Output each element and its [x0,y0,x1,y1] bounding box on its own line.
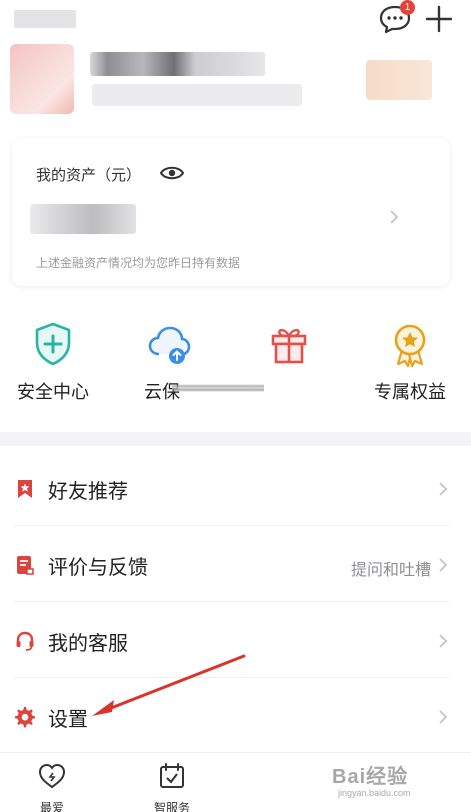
menu-item-feedback[interactable]: 评价与反馈 提问和吐槽 [0,526,471,602]
chevron-right-icon[interactable] [386,208,402,226]
redaction-scribble [172,384,264,394]
assets-note: 上述金融资产情况均为您昨日持有数据 [36,256,241,270]
bookmark-star-icon [18,480,32,498]
plus-icon [425,5,453,33]
blurred-asset-amount [30,204,136,234]
chevron-right-icon [439,710,448,724]
tab-smart-service[interactable]: 智服务 [132,759,212,812]
action-label: 专属权益 [374,382,446,403]
top-bar: 1 [0,0,471,40]
quick-actions: 安全中心 云保 专属权益 [0,318,471,418]
tab-favorites[interactable]: 最爱 [12,759,92,812]
watermark-subtext: jingyan.baidu.com [338,788,411,798]
assets-card[interactable]: 我的资产（元） 上述金融资产情况均为您昨日持有数据 [12,138,450,286]
chevron-right-icon [439,482,448,496]
action-gift[interactable] [234,318,344,414]
blurred-member-badge[interactable] [366,60,432,100]
menu-hint: 提问和吐槽 [350,560,431,579]
heart-icon [38,763,66,789]
watermark: Bai经验 jingyan.baidu.com [332,760,462,800]
tab-label: 智服务 [153,801,190,812]
shield-plus-icon [35,322,71,366]
action-exclusive-benefits[interactable]: 专属权益 [355,318,465,414]
medal-star-icon [394,324,426,368]
cloud-upload-icon [148,326,191,364]
chevron-right-icon [439,634,448,648]
gift-icon [271,328,307,364]
assets-title: 我的资产（元） [36,166,142,184]
action-cloud[interactable]: 云保 [114,318,224,414]
blurred-account-name [14,10,76,28]
headset-icon [16,631,34,651]
message-badge: 1 [400,0,415,15]
chevron-right-icon [439,558,448,572]
profile-section[interactable] [0,40,471,120]
gear-icon [15,707,35,728]
blurred-user-info [92,84,302,106]
avatar[interactable] [10,44,74,114]
eye-icon[interactable] [158,162,186,184]
annotation-arrow [92,654,246,716]
menu-item-friend-referral[interactable]: 好友推荐 [0,450,471,526]
add-button[interactable] [424,4,454,34]
action-security-center[interactable]: 安全中心 [0,318,108,414]
section-divider [0,432,471,446]
watermark-text: Bai经验 [332,766,409,788]
menu-label: 设置 [48,707,88,731]
calendar-check-icon [160,763,184,788]
menu-label: 评价与反馈 [48,555,148,579]
blurred-username [90,52,265,76]
feedback-icon [17,556,34,575]
menu-label: 好友推荐 [48,479,128,503]
tab-label: 最爱 [39,801,64,812]
action-label: 安全中心 [17,382,89,403]
